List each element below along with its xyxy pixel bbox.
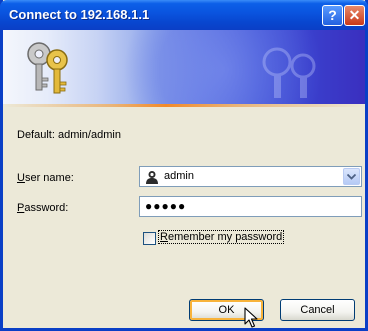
close-button[interactable]: ✕	[344, 5, 365, 26]
remember-label-text: emember my password	[167, 231, 283, 243]
password-field[interactable]: ●●●●●	[139, 196, 362, 217]
help-icon: ?	[328, 7, 337, 23]
window-title: Connect to 192.168.1.1	[9, 7, 150, 22]
banner-accent-line	[3, 104, 365, 107]
keys-icon	[27, 42, 68, 94]
username-label-accesskey: U	[17, 172, 25, 184]
close-icon: ✕	[348, 7, 361, 23]
username-dropdown-button[interactable]	[343, 168, 360, 185]
user-icon	[146, 171, 158, 184]
password-label-text: assword:	[24, 202, 69, 214]
username-combobox[interactable]: admin	[139, 166, 362, 187]
banner-ghost-keys	[262, 47, 316, 98]
mouse-cursor-icon	[244, 307, 258, 328]
chevron-down-icon	[347, 174, 356, 180]
title-bar[interactable]: Connect to 192.168.1.1 ? ✕	[0, 0, 368, 30]
default-credentials-text: Default: admin/admin	[17, 129, 121, 141]
banner	[3, 30, 365, 104]
remember-password-label[interactable]: Remember my password	[157, 230, 285, 244]
username-value: admin	[164, 170, 194, 182]
login-dialog-window: Connect to 192.168.1.1 ? ✕ Default: admi…	[0, 0, 368, 331]
username-label-text: ser name:	[24, 172, 74, 184]
username-label: User name:	[17, 172, 74, 184]
help-button[interactable]: ?	[322, 5, 343, 26]
password-label: Password:	[17, 202, 68, 214]
remember-label-accesskey: R	[160, 231, 168, 243]
checkbox-box[interactable]	[143, 232, 156, 245]
password-masked-value: ●●●●●	[145, 199, 187, 213]
cancel-button[interactable]: Cancel	[280, 299, 355, 321]
